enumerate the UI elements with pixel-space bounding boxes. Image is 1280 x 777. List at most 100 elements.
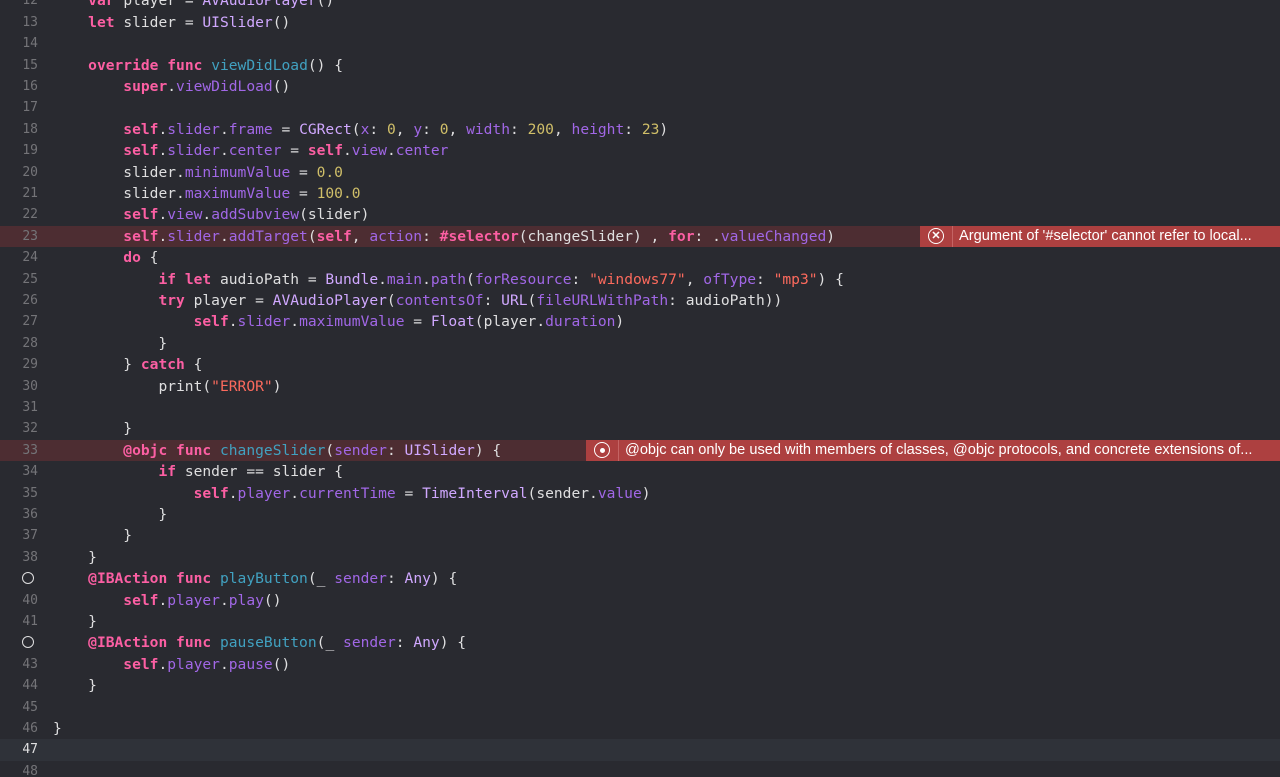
line-number[interactable]: 48	[0, 761, 38, 777]
code-line-15[interactable]: 15 override func viewDidLoad() {	[0, 55, 1280, 76]
code-line-23[interactable]: 23 self.slider.addTarget(self, action: #…	[0, 225, 1280, 248]
line-number[interactable]: 16	[0, 76, 38, 97]
code-line-26[interactable]: 26 try player = AVAudioPlayer(contentsOf…	[0, 290, 1280, 311]
line-number[interactable]: 33	[0, 440, 38, 461]
code-line-43[interactable]: 43 self.player.pause()	[0, 654, 1280, 675]
code-text[interactable]: if let audioPath = Bundle.main.path(forR…	[53, 269, 843, 290]
code-text[interactable]: self.slider.maximumValue = Float(player.…	[53, 311, 625, 332]
code-text[interactable]: }	[53, 333, 167, 354]
code-line-17[interactable]: 17	[0, 97, 1280, 118]
code-text[interactable]: super.viewDidLoad()	[53, 76, 290, 97]
error-annotation[interactable]: ✕ Argument of '#selector' cannot refer to…	[920, 225, 1280, 248]
line-number[interactable]: 17	[0, 97, 38, 118]
code-text[interactable]: override func viewDidLoad() {	[53, 55, 343, 76]
code-line-42[interactable]: @IBAction func pauseButton(_ sender: Any…	[0, 632, 1280, 653]
code-line-27[interactable]: 27 self.slider.maximumValue = Float(play…	[0, 311, 1280, 332]
code-line-29[interactable]: 29 } catch {	[0, 354, 1280, 375]
code-line-38[interactable]: 38 }	[0, 547, 1280, 568]
code-text[interactable]: }	[53, 418, 132, 439]
line-number[interactable]: 37	[0, 525, 38, 546]
code-text[interactable]: self.view.addSubview(slider)	[53, 204, 369, 225]
code-text[interactable]: slider.minimumValue = 0.0	[53, 162, 343, 183]
code-text[interactable]: var player = AVAudioPlayer()	[53, 0, 334, 12]
line-number[interactable]: 12	[0, 0, 38, 12]
line-number[interactable]: 35	[0, 483, 38, 504]
code-line-36[interactable]: 36 }	[0, 504, 1280, 525]
line-number[interactable]: 40	[0, 590, 38, 611]
code-text[interactable]: }	[53, 504, 167, 525]
code-line-12[interactable]: 12 var player = AVAudioPlayer()	[0, 0, 1280, 12]
code-text[interactable]: self.player.play()	[53, 590, 281, 611]
code-line-16[interactable]: 16 super.viewDidLoad()	[0, 76, 1280, 97]
code-line-30[interactable]: 30 print("ERROR")	[0, 376, 1280, 397]
line-number[interactable]: 31	[0, 397, 38, 418]
code-line-21[interactable]: 21 slider.maximumValue = 100.0	[0, 183, 1280, 204]
code-text[interactable]: self.slider.frame = CGRect(x: 0, y: 0, w…	[53, 119, 668, 140]
line-number[interactable]: 19	[0, 140, 38, 161]
line-number[interactable]: 41	[0, 611, 38, 632]
code-text[interactable]: }	[53, 525, 132, 546]
code-editor[interactable]: 12 var player = AVAudioPlayer() 13 let sl…	[0, 0, 1280, 777]
code-text[interactable]: } catch {	[53, 354, 202, 375]
code-line-40[interactable]: 40 self.player.play()	[0, 590, 1280, 611]
line-number[interactable]: 46	[0, 718, 38, 739]
code-text[interactable]: }	[53, 611, 97, 632]
line-number[interactable]: 45	[0, 697, 38, 718]
code-text[interactable]: if sender == slider {	[53, 461, 343, 482]
line-number[interactable]: 27	[0, 311, 38, 332]
code-text[interactable]: print("ERROR")	[53, 376, 281, 397]
code-line-19[interactable]: 19 self.slider.center = self.view.center	[0, 140, 1280, 161]
line-number[interactable]: 21	[0, 183, 38, 204]
line-number[interactable]: 38	[0, 547, 38, 568]
line-number[interactable]: 34	[0, 461, 38, 482]
breakpoint-marker-icon[interactable]	[22, 635, 34, 648]
line-number[interactable]: 15	[0, 55, 38, 76]
code-text[interactable]: self.player.currentTime = TimeInterval(s…	[53, 483, 651, 504]
breakpoint-marker-icon[interactable]	[22, 571, 34, 584]
code-line-47[interactable]: 47	[0, 739, 1280, 761]
line-number[interactable]: 24	[0, 247, 38, 268]
code-line-32[interactable]: 32 }	[0, 418, 1280, 439]
line-number[interactable]: 32	[0, 418, 38, 439]
error-x-icon[interactable]: ✕	[928, 228, 944, 245]
line-number[interactable]: 29	[0, 354, 38, 375]
code-line-33[interactable]: 33 @objc func changeSlider(sender: UISli…	[0, 439, 1280, 462]
line-number[interactable]: 26	[0, 290, 38, 311]
code-text[interactable]: let slider = UISlider()	[53, 12, 290, 33]
code-text[interactable]: }	[53, 675, 97, 696]
code-text[interactable]: self.player.pause()	[53, 654, 290, 675]
code-line-22[interactable]: 22 self.view.addSubview(slider)	[0, 204, 1280, 225]
line-number[interactable]: 28	[0, 333, 38, 354]
code-line-28[interactable]: 28 }	[0, 333, 1280, 354]
code-line-13[interactable]: 13 let slider = UISlider()	[0, 12, 1280, 33]
line-number[interactable]: 22	[0, 204, 38, 225]
line-number[interactable]: 13	[0, 12, 38, 33]
code-text[interactable]: }	[53, 718, 62, 739]
line-number[interactable]: 18	[0, 119, 38, 140]
code-line-46[interactable]: 46}	[0, 718, 1280, 739]
line-number[interactable]: 47	[0, 739, 38, 760]
code-text[interactable]: slider.maximumValue = 100.0	[53, 183, 360, 204]
code-line-41[interactable]: 41 }	[0, 611, 1280, 632]
code-line-34[interactable]: 34 if sender == slider {	[0, 461, 1280, 482]
line-number[interactable]: 25	[0, 269, 38, 290]
code-text[interactable]: @objc func changeSlider(sender: UISlider…	[53, 440, 501, 461]
line-number[interactable]: 44	[0, 675, 38, 696]
code-line-48[interactable]: 48	[0, 761, 1280, 777]
code-line-44[interactable]: 44 }	[0, 675, 1280, 696]
code-line-45[interactable]: 45	[0, 697, 1280, 718]
line-number[interactable]: 36	[0, 504, 38, 525]
line-number[interactable]: 43	[0, 654, 38, 675]
code-line-35[interactable]: 35 self.player.currentTime = TimeInterva…	[0, 483, 1280, 504]
line-number[interactable]: 23	[0, 226, 38, 247]
code-text[interactable]: @IBAction func pauseButton(_ sender: Any…	[53, 632, 466, 653]
code-text[interactable]: }	[53, 547, 97, 568]
code-text[interactable]: self.slider.center = self.view.center	[53, 140, 448, 161]
code-line-37[interactable]: 37 }	[0, 525, 1280, 546]
code-line-14[interactable]: 14	[0, 33, 1280, 54]
code-line-18[interactable]: 18 self.slider.frame = CGRect(x: 0, y: 0…	[0, 119, 1280, 140]
code-line-24[interactable]: 24 do {	[0, 247, 1280, 268]
line-number[interactable]: 20	[0, 162, 38, 183]
code-line-20[interactable]: 20 slider.minimumValue = 0.0	[0, 162, 1280, 183]
line-number[interactable]: 30	[0, 376, 38, 397]
